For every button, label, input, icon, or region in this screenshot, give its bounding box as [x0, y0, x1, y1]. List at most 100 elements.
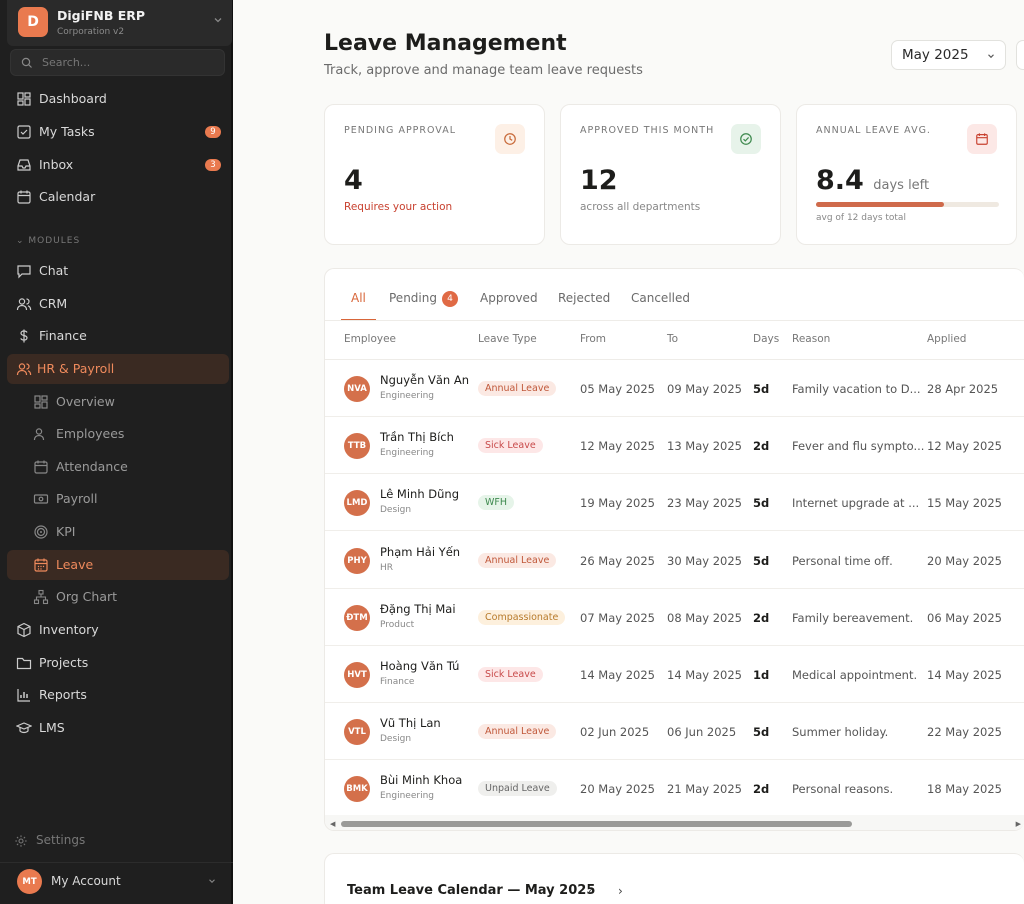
prev-month-icon[interactable]: ‹ — [588, 884, 593, 898]
leave-type-badge: Sick Leave — [478, 438, 543, 454]
scrollbar-thumb[interactable] — [341, 821, 852, 827]
applied-date: 20 May 2025 — [927, 553, 1002, 568]
nav-reports[interactable]: Reports — [0, 680, 233, 710]
nav-my-tasks[interactable]: My Tasks 9 — [0, 117, 233, 147]
search-icon — [21, 57, 32, 68]
table-row[interactable]: TTB Trần Thị Bích Engineering Sick Leave 12 … — [325, 417, 1024, 475]
avatar: BMK — [344, 776, 370, 803]
next-month-icon[interactable]: › — [618, 884, 623, 898]
table-row[interactable]: VTL Vũ Thị Lan Design Annual Leave 02 Jun 20… — [325, 703, 1024, 761]
reason-text: Family vacation to D... — [792, 382, 921, 396]
nav-payroll[interactable]: Payroll — [0, 484, 233, 514]
nav-label: Employees — [56, 426, 125, 441]
nav-leave[interactable]: Leave — [7, 550, 229, 580]
table-row[interactable]: LMD Lê Minh Dũng Design WFH 19 May 2025 23 Ma… — [325, 474, 1024, 532]
applied-date: 18 May 2025 — [927, 782, 1002, 797]
box-icon — [17, 622, 31, 638]
avatar: NVA — [344, 376, 370, 402]
nav-org-chart[interactable]: Org Chart — [0, 582, 233, 612]
stat-card-annual: ANNUAL LEAVE AVG. 8.4 days left avg of 1… — [796, 104, 1017, 245]
stat-note: Requires your action — [344, 201, 453, 213]
nav-kpi[interactable]: KPI — [0, 517, 233, 547]
from-date: 12 May 2025 — [580, 439, 655, 454]
users-icon — [16, 363, 32, 376]
dashboard-icon — [17, 92, 31, 106]
leave-progress-track — [816, 202, 999, 207]
avatar: TTB — [344, 433, 370, 460]
leave-type-badge: Unpaid Leave — [478, 781, 557, 797]
nav-label: Chat — [39, 263, 69, 278]
nav-calendar[interactable]: Calendar — [0, 182, 233, 212]
column-header: Applied — [927, 333, 967, 345]
calendar-icon — [34, 558, 48, 572]
tab-pending[interactable]: Pending 4 — [389, 291, 458, 321]
employee-department: HR — [380, 562, 394, 573]
search-input[interactable]: Search... — [10, 49, 225, 76]
nav-label: Payroll — [56, 491, 98, 506]
reason-text: Personal reasons. — [792, 782, 894, 797]
table-row[interactable]: BMK Bùi Minh Khoa Engineering Unpaid Leave 2… — [325, 760, 1024, 818]
calendar-icon — [967, 124, 997, 154]
avatar: LMD — [344, 490, 370, 517]
reason-text: Medical appointment. — [792, 668, 918, 682]
header-action-button[interactable] — [1016, 40, 1024, 70]
nav-overview[interactable]: Overview — [0, 387, 233, 417]
nav-crm[interactable]: CRM — [0, 289, 233, 319]
nav-label: Calendar — [39, 189, 96, 204]
nav-finance[interactable]: Finance — [0, 321, 233, 351]
employee-department: Engineering — [380, 791, 434, 802]
column-header: Days — [753, 333, 780, 345]
tab-approved[interactable]: Approved — [480, 291, 538, 321]
column-header: From — [580, 333, 607, 345]
tab-all[interactable]: All — [341, 291, 376, 321]
days-count: 5d — [753, 553, 770, 568]
table-row[interactable]: HVT Hoàng Văn Tú Finance Sick Leave 14 May 2… — [325, 646, 1024, 703]
employee-name: Bùi Minh Khoa — [380, 773, 463, 788]
days-count: 5d — [753, 382, 770, 396]
nav-chat[interactable]: Chat — [0, 256, 233, 286]
chevron-down-icon — [209, 879, 215, 884]
stat-label: PENDING APPROVAL — [344, 125, 456, 136]
dollar-icon — [20, 329, 28, 343]
table-row[interactable]: ĐTM Đặng Thị Mai Product Compassionate 07 Ma… — [325, 589, 1024, 646]
table-row[interactable]: NVA Nguyễn Văn An Engineering Annual Leave 0… — [325, 360, 1024, 417]
scroll-right-icon[interactable]: ▶ — [1016, 820, 1021, 828]
column-header: Employee — [344, 333, 397, 345]
tab-rejected[interactable]: Rejected — [558, 291, 610, 321]
scroll-left-icon[interactable]: ◀ — [330, 820, 335, 828]
nav-inbox[interactable]: Inbox 3 — [0, 150, 233, 180]
table-row[interactable]: PHY Phạm Hải Yến HR Annual Leave 26 May 2025… — [325, 532, 1024, 589]
account-menu[interactable]: MT My Account — [0, 862, 233, 898]
calendar-icon — [17, 190, 31, 204]
leave-requests-panel: All Pending 4 Approved Rejected Cancelled… — [324, 268, 1024, 831]
stat-value: 4 — [344, 165, 363, 196]
nav-dashboard[interactable]: Dashboard — [0, 84, 233, 114]
chevron-down-icon — [214, 18, 222, 23]
leave-progress-fill — [816, 202, 945, 207]
page-subtitle: Track, approve and manage team leave req… — [324, 63, 643, 78]
nav-projects[interactable]: Projects — [0, 648, 233, 678]
nav-label: Overview — [56, 394, 115, 409]
nav-employees[interactable]: Employees — [0, 419, 233, 449]
inbox-icon — [17, 159, 31, 171]
nav-inventory[interactable]: Inventory — [0, 615, 233, 645]
from-date: 19 May 2025 — [580, 496, 655, 511]
tab-cancelled[interactable]: Cancelled — [631, 291, 690, 321]
month-select[interactable]: May 2025 — [891, 40, 1006, 70]
nav-hr-payroll[interactable]: HR & Payroll — [7, 354, 229, 384]
applied-date: 14 May 2025 — [927, 668, 1002, 682]
days-count: 1d — [753, 668, 770, 682]
employee-department: Engineering — [380, 448, 434, 459]
clock-icon — [495, 124, 525, 154]
leave-type-badge: Annual Leave — [478, 724, 557, 740]
calendar-title: Team Leave Calendar — May 2025 — [347, 883, 596, 898]
employee-name: Nguyễn Văn An — [380, 373, 470, 387]
nav-lms[interactable]: LMS — [0, 713, 233, 743]
stat-label: APPROVED THIS MONTH — [580, 125, 715, 136]
stat-value: 12 — [580, 165, 618, 196]
horizontal-scrollbar[interactable]: ◀ ▶ — [325, 815, 1024, 830]
nav-attendance[interactable]: Attendance — [0, 452, 233, 482]
employee-name: Hoàng Văn Tú — [380, 659, 460, 673]
workspace-switcher[interactable]: D DigiFNB ERP Corporation v2 — [7, 0, 232, 46]
to-date: 09 May 2025 — [667, 382, 742, 396]
